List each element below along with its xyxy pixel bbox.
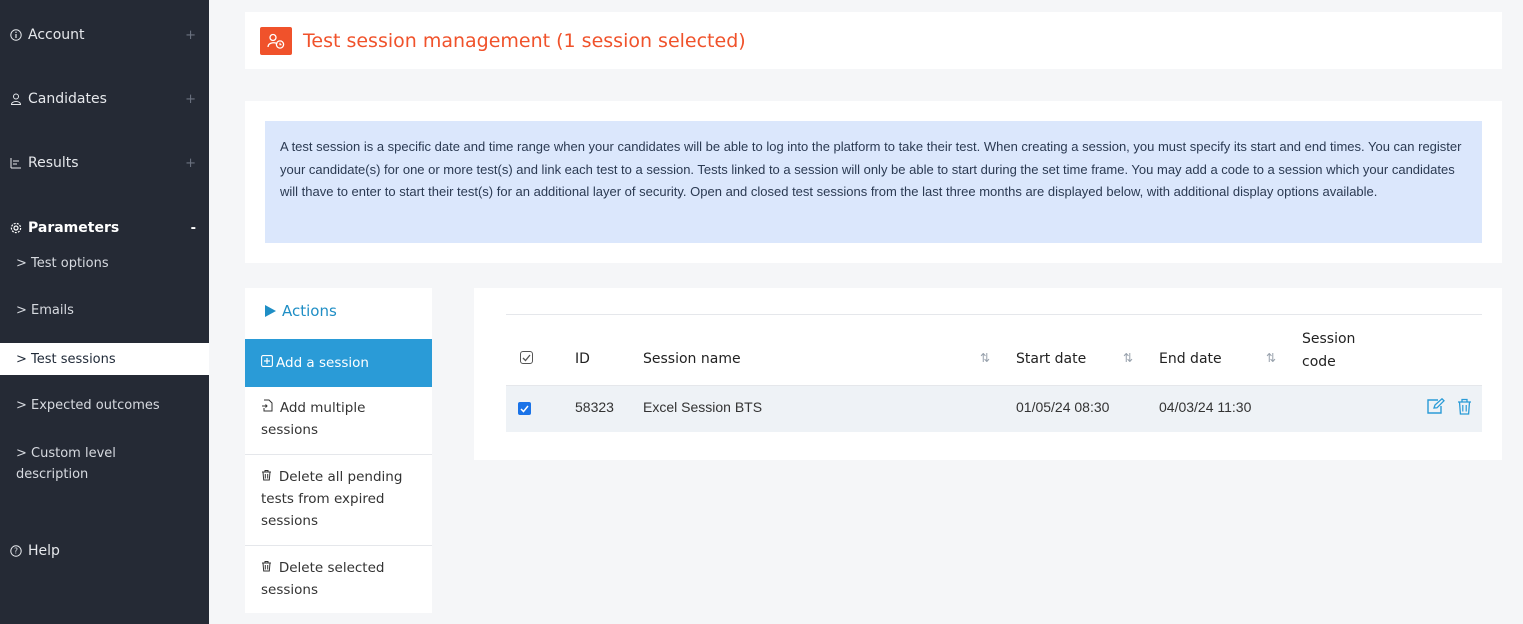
svg-text:?: ? [14,547,18,556]
sidebar-item-label: Results [28,155,79,171]
column-header-start-date[interactable]: Start date [1016,351,1086,367]
sidebar-item-label: Help [28,543,60,559]
sidebar: Account + Candidates + Results + Paramet… [0,0,209,624]
delete-pending-tests-button[interactable]: Delete all pending tests from expired se… [245,454,432,545]
user-clock-icon [260,26,292,55]
user-icon [8,93,24,105]
sort-icon[interactable]: ⇅ [1266,351,1276,365]
plus-square-icon [261,352,273,374]
actions-heading[interactable]: Actions [265,302,337,320]
sidebar-item-label: Candidates [28,91,107,107]
collapse-icon[interactable]: - [191,221,196,236]
sidebar-item-label: Account [28,27,85,43]
edit-icon[interactable] [1426,397,1445,420]
sidebar-item-account[interactable]: Account + [0,24,209,46]
expand-icon[interactable]: + [185,92,196,107]
add-session-button[interactable]: Add a session [245,339,432,387]
actions-title: Actions [282,302,337,320]
sidebar-item-label: Parameters [28,220,120,236]
gear-icon [8,222,24,234]
sidebar-subitem-expected-outcomes[interactable]: > Expected outcomes [0,395,209,416]
results-icon [8,157,24,169]
sort-icon[interactable]: ⇅ [1123,351,1133,365]
delete-pending-label: Delete all pending tests from expired se… [261,469,403,529]
page-header: Test session management (1 session selec… [245,12,1502,69]
info-icon [8,29,24,41]
cell-start-date: 01/05/24 08:30 [1016,399,1110,415]
sessions-table: ID Session name ⇅ Start date ⇅ End date … [474,288,1502,460]
page-title: Test session management (1 session selec… [303,29,746,52]
column-header-end-date[interactable]: End date [1159,351,1222,367]
column-header-id[interactable]: ID [575,351,590,367]
cell-end-date: 04/03/24 11:30 [1159,399,1252,415]
play-icon [265,305,276,317]
row-checkbox[interactable] [518,402,531,415]
delete-selected-label: Delete selected sessions [261,560,385,598]
info-text: A test session is a specific date and ti… [265,121,1482,243]
divider [506,314,1482,315]
table-row[interactable]: 58323 Excel Session BTS 01/05/24 08:30 0… [506,386,1482,432]
add-session-label: Add a session [276,355,369,371]
column-header-session-code[interactable]: Session code [1302,328,1372,374]
sidebar-item-results[interactable]: Results + [0,152,209,174]
select-all-checkbox[interactable] [520,351,533,364]
actions-panel: Actions Add a session Add multiple sessi… [245,288,432,613]
column-header-session-name[interactable]: Session name [643,351,741,367]
trash-icon[interactable] [1457,398,1472,420]
expand-icon[interactable]: + [185,156,196,171]
sort-icon[interactable]: ⇅ [980,351,990,365]
expand-icon[interactable]: + [185,28,196,43]
sidebar-item-parameters[interactable]: Parameters - [0,217,209,239]
cell-id: 58323 [575,399,614,415]
row-actions [1426,397,1472,420]
file-import-icon [261,399,277,415]
sidebar-item-candidates[interactable]: Candidates + [0,88,209,110]
help-icon: ? [8,545,24,557]
sidebar-subitem-test-sessions[interactable]: > Test sessions [0,343,209,375]
sidebar-subitem-emails[interactable]: > Emails [0,300,209,321]
trash-icon [261,561,276,575]
add-multiple-sessions-button[interactable]: Add multiple sessions [245,387,432,454]
delete-selected-sessions-button[interactable]: Delete selected sessions [245,545,432,613]
sidebar-subitem-custom-level-description[interactable]: > Custom level description [0,443,140,485]
sidebar-subitem-test-options[interactable]: > Test options [0,253,209,274]
info-card: A test session is a specific date and ti… [245,101,1502,263]
trash-icon [261,470,276,484]
sidebar-item-help[interactable]: ? Help [0,540,209,562]
cell-session-name: Excel Session BTS [643,399,763,415]
